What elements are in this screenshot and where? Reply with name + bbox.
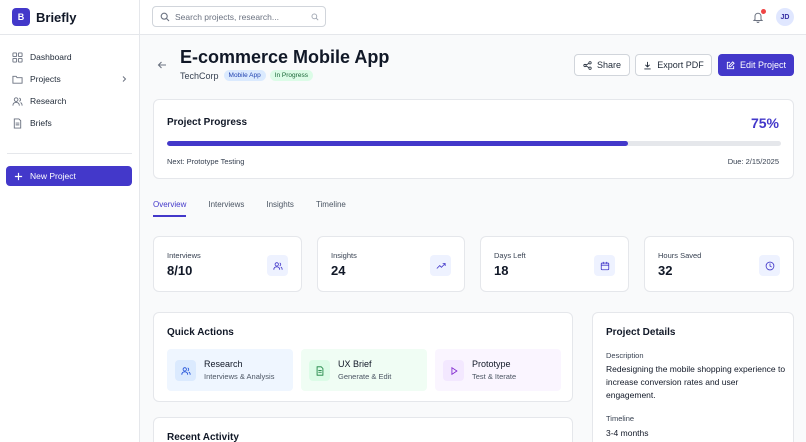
quick-action-subtitle: Generate & Edit <box>338 372 392 381</box>
quick-action-title: UX Brief <box>338 359 372 369</box>
brand[interactable]: B Briefly <box>0 0 139 35</box>
sidebar-item-label: Research <box>30 96 67 106</box>
stat-value: 8/10 <box>167 263 193 278</box>
document-icon <box>309 360 330 381</box>
brand-name: Briefly <box>36 9 77 25</box>
back-arrow-icon[interactable] <box>157 60 167 70</box>
project-details-title: Project Details <box>606 327 676 338</box>
search-input[interactable] <box>175 11 305 22</box>
stat-label: Insights <box>331 251 357 260</box>
users-icon <box>267 255 288 276</box>
sidebar-item-label: Briefs <box>30 118 52 128</box>
tab-insights[interactable]: Insights <box>266 200 294 217</box>
quick-action-subtitle: Interviews & Analysis <box>204 372 275 381</box>
stat-card-hours-saved: Hours Saved 32 <box>644 236 794 292</box>
description-label: Description <box>606 351 644 360</box>
notification-dot <box>761 9 766 14</box>
quick-action-title: Research <box>204 359 243 369</box>
category-badge: Mobile App <box>223 70 266 81</box>
export-pdf-label: Export PDF <box>657 60 704 70</box>
quick-action-title: Prototype <box>472 359 511 369</box>
tab-timeline[interactable]: Timeline <box>316 200 346 217</box>
stat-card-days-left: Days Left 18 <box>480 236 629 292</box>
timeline-label: Timeline <box>606 414 635 423</box>
tab-overview[interactable]: Overview <box>153 200 187 217</box>
sidebar-item-label: Projects <box>30 74 61 84</box>
stat-label: Interviews <box>167 251 201 260</box>
plus-icon <box>14 172 23 180</box>
folder-icon <box>12 75 23 84</box>
brand-logo: B <box>12 8 30 26</box>
sidebar-item-dashboard[interactable]: Dashboard <box>0 46 139 68</box>
recent-activity-card: Recent Activity <box>153 417 573 442</box>
progress-fill <box>167 141 628 146</box>
progress-title: Project Progress <box>167 117 248 128</box>
sidebar-nav: Dashboard Projects Research Briefs <box>0 35 139 134</box>
clock-icon <box>759 255 780 276</box>
new-project-button[interactable]: New Project <box>6 166 132 186</box>
due-date: Due: 2/15/2025 <box>727 157 779 166</box>
file-icon <box>13 117 22 129</box>
next-milestone: Next: Prototype Testing <box>167 157 245 166</box>
timeline-value: 3-4 months <box>606 428 649 438</box>
search-icon <box>160 12 170 21</box>
stat-label: Hours Saved <box>658 251 702 260</box>
progress-card: Project Progress 75% Next: Prototype Tes… <box>153 99 794 179</box>
search-submit-icon[interactable] <box>311 13 319 21</box>
progress-track <box>167 141 781 146</box>
quick-action-research[interactable]: Research Interviews & Analysis <box>167 349 293 391</box>
users-icon <box>12 96 23 106</box>
search-box[interactable] <box>152 6 326 27</box>
stat-card-interviews: Interviews 8/10 <box>153 236 302 292</box>
tab-interviews[interactable]: Interviews <box>208 200 244 217</box>
sidebar-item-research[interactable]: Research <box>0 90 139 112</box>
progress-percent: 75% <box>750 115 779 131</box>
page-title: E-commerce Mobile App <box>180 47 390 67</box>
project-meta: TechCorp Mobile App In Progress <box>180 70 317 81</box>
quick-action-ux-brief[interactable]: UX Brief Generate & Edit <box>301 349 427 391</box>
project-details-card: Project Details Description Redesigning … <box>592 312 794 442</box>
stat-value: 18 <box>494 263 509 278</box>
status-badge: In Progress <box>269 70 313 81</box>
sidebar: B Briefly Dashboard Projects Research Br… <box>0 0 140 442</box>
stat-label: Days Left <box>494 251 526 260</box>
tab-bar: Overview Interviews Insights Timeline <box>153 200 368 217</box>
edit-icon <box>726 60 735 69</box>
stat-card-insights: Insights 24 <box>317 236 465 292</box>
sidebar-item-projects[interactable]: Projects <box>0 68 139 90</box>
description-text: Redesigning the mobile shopping experien… <box>606 364 786 400</box>
grid-icon <box>12 51 23 63</box>
sidebar-item-briefs[interactable]: Briefs <box>0 112 139 134</box>
sidebar-item-label: Dashboard <box>30 52 72 62</box>
users-icon <box>175 360 196 381</box>
share-button[interactable]: Share <box>574 54 630 76</box>
new-project-label: New Project <box>30 171 76 181</box>
play-icon <box>443 360 464 381</box>
edit-project-label: Edit Project <box>739 60 787 70</box>
trending-up-icon <box>430 255 451 276</box>
quick-action-subtitle: Test & Iterate <box>472 372 517 381</box>
quick-action-prototype[interactable]: Prototype Test & Iterate <box>435 349 561 391</box>
chevron-right-icon <box>122 76 127 82</box>
export-pdf-button[interactable]: Export PDF <box>635 54 712 76</box>
download-icon <box>644 61 651 69</box>
recent-activity-title: Recent Activity <box>167 432 239 442</box>
calendar-icon <box>594 255 615 276</box>
stat-value: 32 <box>658 263 673 278</box>
stat-value: 24 <box>331 263 346 278</box>
edit-project-button[interactable]: Edit Project <box>718 54 794 76</box>
quick-actions-card: Quick Actions Research Interviews & Anal… <box>153 312 573 402</box>
topbar: JD <box>140 0 806 35</box>
share-icon <box>583 60 592 70</box>
share-label: Share <box>596 60 622 70</box>
avatar[interactable]: JD <box>776 8 794 26</box>
company-name: TechCorp <box>180 70 219 81</box>
sidebar-divider <box>7 153 132 154</box>
quick-actions-title: Quick Actions <box>167 327 234 338</box>
